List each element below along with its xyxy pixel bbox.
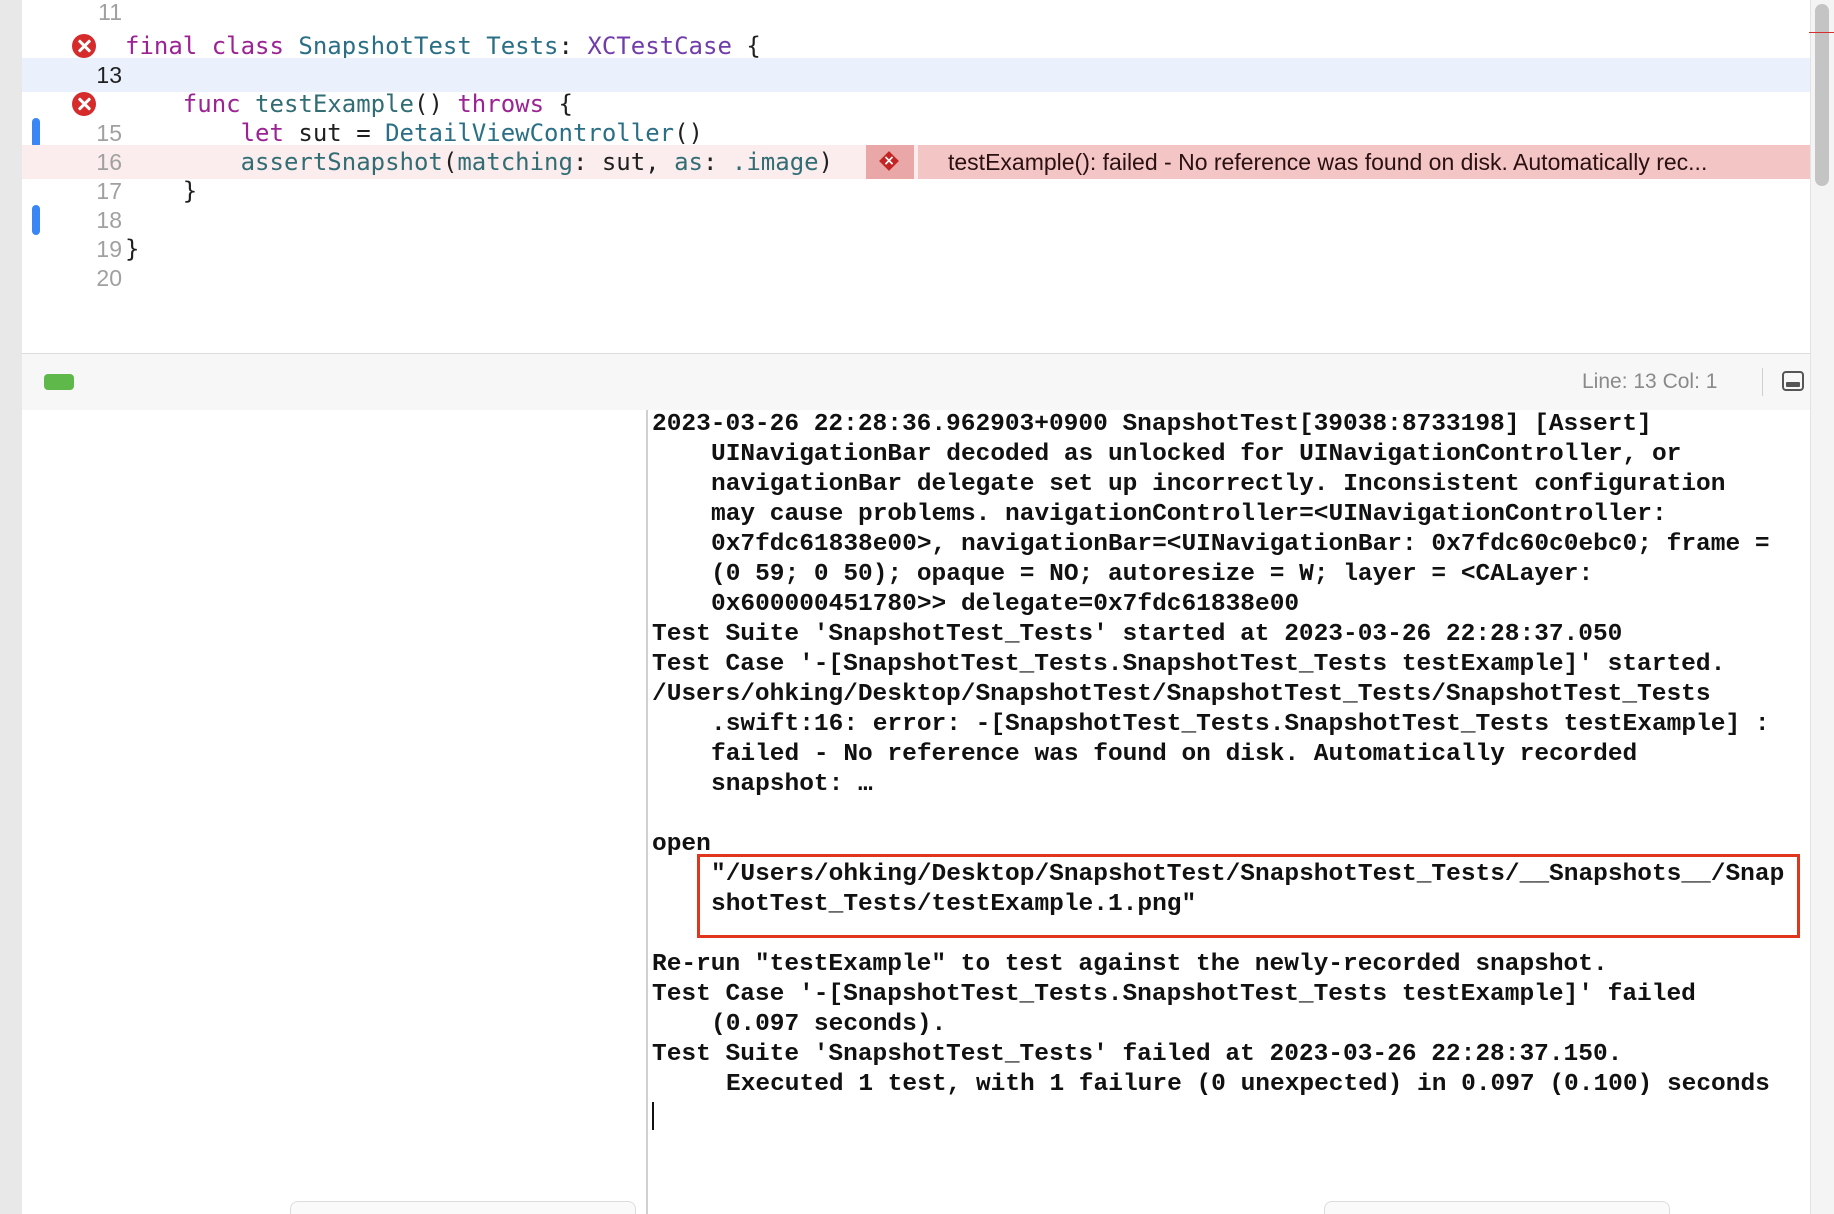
- console-line: may cause problems. navigationController…: [711, 501, 1667, 528]
- cursor-position: Line: 13 Col: 1: [1582, 370, 1718, 393]
- error-icon[interactable]: [72, 92, 96, 116]
- console-line: 0x600000451780>> delegate=0x7fdc61838e00: [711, 591, 1300, 618]
- text-cursor: [652, 1102, 654, 1130]
- console-line: .swift:16: error: -[SnapshotTest_Tests.S…: [711, 711, 1770, 738]
- toggle-panel-icon[interactable]: [1782, 371, 1804, 391]
- console-line: (0.097 seconds).: [711, 1011, 947, 1038]
- line-number: 20: [96, 265, 122, 291]
- console-line: Executed 1 test, with 1 failure (0 unexp…: [726, 1071, 1770, 1098]
- code-line-11: 11: [22, 0, 1810, 29]
- console-line: 0x7fdc61838e00>, navigationBar=<UINaviga…: [711, 531, 1770, 558]
- console-line: Test Suite 'SnapshotTest_Tests' started …: [652, 621, 1623, 648]
- error-icon[interactable]: [72, 34, 96, 58]
- horizontal-scrollbar[interactable]: [1324, 1201, 1670, 1214]
- variables-view[interactable]: [22, 410, 646, 1214]
- console-line: Test Suite 'SnapshotTest_Tests' failed a…: [652, 1041, 1623, 1068]
- window-left-edge: [0, 0, 23, 1214]
- console-line: Re-run "testExample" to test against the…: [652, 951, 1608, 978]
- console-line: 2023-03-26 22:28:36.962903+0900 Snapshot…: [652, 411, 1652, 438]
- console-line: navigationBar delegate set up incorrectl…: [711, 471, 1726, 498]
- change-marker: [32, 205, 40, 235]
- line-number: 11: [98, 0, 122, 25]
- console-line: failed - No reference was found on disk.…: [711, 741, 1638, 768]
- change-marker: [32, 118, 40, 148]
- console-output[interactable]: 2023-03-26 22:28:36.962903+0900 Snapshot…: [648, 410, 1810, 1214]
- debug-bar: Line: 13 Col: 1: [22, 353, 1810, 411]
- console-line: Test Case '-[SnapshotTest_Tests.Snapshot…: [652, 981, 1696, 1008]
- vertical-scrollbar[interactable]: [1809, 0, 1834, 1214]
- console-line: (0 59; 0 50); opaque = NO; autoresize = …: [711, 561, 1594, 588]
- horizontal-scrollbar[interactable]: [290, 1201, 636, 1214]
- source-editor[interactable]: 11 final class SnapshotTest_Tests: XCTes…: [22, 0, 1810, 353]
- console-line: UINavigationBar decoded as unlocked for …: [711, 441, 1682, 468]
- status-indicator-icon: [44, 374, 74, 390]
- code-line-20: 20: [22, 261, 1810, 295]
- error-marker: [1809, 32, 1834, 33]
- console-line: /Users/ohking/Desktop/SnapshotTest/Snaps…: [652, 681, 1711, 708]
- error-diamond-icon: [879, 151, 899, 171]
- console-line: snapshot: …: [711, 771, 873, 798]
- divider: [1762, 368, 1763, 396]
- console-line: Test Case '-[SnapshotTest_Tests.Snapshot…: [652, 651, 1726, 678]
- snapshot-path-highlight: [697, 854, 1800, 938]
